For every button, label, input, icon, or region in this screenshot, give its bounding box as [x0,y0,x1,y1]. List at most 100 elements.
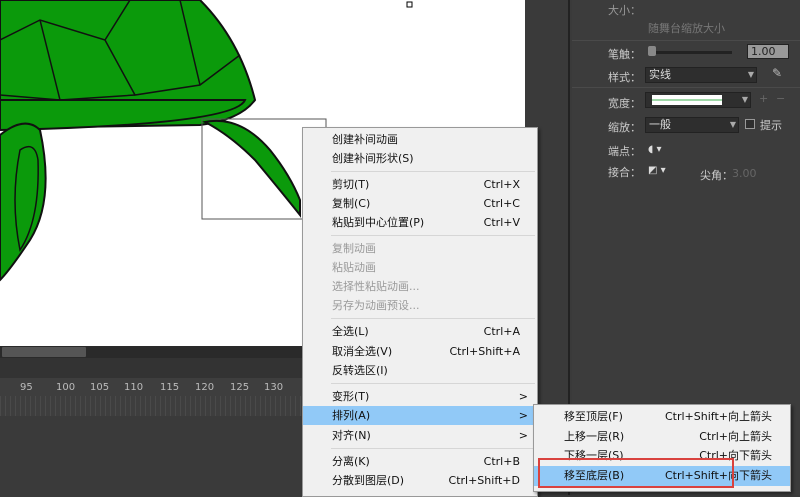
menu-item-cut[interactable]: 剪切(T) Ctrl+X [303,175,537,194]
frame-tick: 110 [124,382,144,393]
frame-tick: 115 [160,382,180,393]
scale-label: 缩放： [608,121,641,134]
menu-separator [331,383,535,384]
style-dropdown[interactable]: 实线 ▼ [645,67,757,83]
chevron-right-icon: > [518,409,528,422]
width-profile-dropdown[interactable]: ▼ [645,92,751,108]
menu-item-break-apart[interactable]: 分离(K) Ctrl+B [303,452,537,471]
menu-item-label: 粘贴动画 [332,261,376,274]
annotation-highlight-box [538,458,734,488]
menu-item-save-motion-preset: 另存为动画预设... [303,296,537,315]
separator [572,87,800,88]
miter-label: 尖角： [700,169,733,182]
menu-item-label: 移至顶层(F) [564,410,623,423]
frame-tick: 95 [20,382,33,393]
menu-item-shortcut: Ctrl+Shift+A [449,345,520,358]
menu-item-transform[interactable]: 变形(T) > [303,387,537,406]
scale-value: 一般 [649,118,671,131]
menu-item-copy[interactable]: 复制(C) Ctrl+C [303,194,537,213]
turtle-leg-inner [14,145,39,252]
chevron-down-icon: ▼ [729,120,736,129]
frame-tick: 125 [230,382,250,393]
miter-value[interactable]: 3.00 [732,167,757,180]
turtle-head [202,119,301,218]
menu-item-shortcut: Ctrl+B [483,455,520,468]
chevron-down-icon: ▼ [747,70,754,79]
sync-size-checkbox[interactable]: 随舞台缩放大小 [648,20,725,36]
menu-item-label: 反转选区(I) [332,364,388,377]
eyedropper-icon[interactable]: ✎ [772,66,782,80]
menu-item-select-all[interactable]: 全选(L) Ctrl+A [303,322,537,341]
menu-item-bring-to-front[interactable]: 移至顶层(F) Ctrl+Shift+向上箭头 [534,407,790,427]
menu-item-label: 取消全选(V) [332,345,393,358]
menu-item-deselect-all[interactable]: 取消全选(V) Ctrl+Shift+A [303,342,537,361]
menu-item-arrange[interactable]: 排列(A) > [303,406,537,425]
add-icon[interactable]: + [759,92,768,105]
menu-item-label: 对齐(N) [332,429,371,442]
stroke-value-input[interactable]: 1.00 [747,44,789,59]
width-preview [652,95,722,105]
menu-separator [331,448,535,449]
menu-item-label: 分离(K) [332,455,370,468]
menu-item-label: 全选(L) [332,325,369,338]
menu-item-paste-in-center[interactable]: 粘贴到中心位置(P) Ctrl+V [303,213,537,232]
chevron-right-icon: > [518,390,528,403]
width-label: 宽度： [608,97,641,110]
hint-label: 提示 [760,119,782,132]
menu-item-bring-forward[interactable]: 上移一层(R) Ctrl+向上箭头 [534,427,790,447]
stroke-label: 笔触： [608,48,641,61]
scrollbar-thumb[interactable] [2,347,86,357]
menu-item-shortcut: Ctrl+C [483,197,520,210]
cap-label: 端点： [608,145,641,158]
frame-tick: 130 [264,382,284,393]
chevron-right-icon: > [518,429,528,442]
menu-item-label: 选择性粘贴动画... [332,280,420,293]
frame-tick: 105 [90,382,110,393]
join-style-button[interactable]: ◩ ▾ [648,165,666,176]
menu-item-shortcut: Ctrl+V [483,216,520,229]
menu-item-shortcut: Ctrl+Shift+D [448,474,520,487]
menu-item-create-motion-tween[interactable]: 创建补间动画 [303,130,537,149]
menu-item-shortcut: Ctrl+X [483,178,520,191]
menu-item-label: 复制(C) [332,197,371,210]
menu-item-label: 排列(A) [332,409,371,422]
menu-separator [331,171,535,172]
menu-item-label: 复制动画 [332,242,376,255]
menu-item-align[interactable]: 对齐(N) > [303,426,537,445]
menu-item-create-shape-tween[interactable]: 创建补间形状(S) [303,149,537,168]
menu-item-paste-motion: 粘贴动画 [303,258,537,277]
cap-style-button[interactable]: ◖ ▾ [648,144,661,155]
menu-item-label: 粘贴到中心位置(P) [332,216,425,229]
hint-checkbox[interactable] [745,119,755,129]
menu-item-paste-motion-special: 选择性粘贴动画... [303,277,537,296]
turtle-body [0,99,247,132]
menu-item-label: 创建补间动画 [332,133,398,146]
frame-tick: 120 [195,382,215,393]
menu-item-shortcut: Ctrl+Shift+向上箭头 [664,410,772,423]
join-label: 接合： [608,166,641,179]
menu-item-copy-motion: 复制动画 [303,239,537,258]
frame-tick: 100 [56,382,76,393]
menu-item-distribute-to-layers[interactable]: 分散到图层(D) Ctrl+Shift+D [303,471,537,490]
style-label: 样式： [608,71,641,84]
separator [572,40,800,41]
menu-item-shortcut: Ctrl+向上箭头 [699,430,772,443]
stroke-slider-knob[interactable] [648,46,656,56]
menu-item-label: 分散到图层(D) [332,474,405,487]
scale-dropdown[interactable]: 一般 ▼ [645,117,739,133]
menu-item-label: 另存为动画预设... [332,299,420,312]
menu-separator [331,318,535,319]
context-menu: 创建补间动画 创建补间形状(S) 剪切(T) Ctrl+X 复制(C) Ctrl+C… [302,127,538,497]
menu-item-label: 上移一层(R) [564,430,625,443]
menu-item-label: 剪切(T) [332,178,370,191]
menu-item-invert-selection[interactable]: 反转选区(I) [303,361,537,380]
menu-item-shortcut: Ctrl+A [483,325,520,338]
chevron-down-icon: ▼ [741,95,748,104]
minus-icon[interactable]: − [776,92,785,105]
menu-separator [331,235,535,236]
menu-item-label: 变形(T) [332,390,370,403]
style-value: 实线 [649,68,671,81]
stroke-slider[interactable] [648,51,732,54]
transform-handle [406,1,413,8]
size-label: 大小： [608,4,641,17]
